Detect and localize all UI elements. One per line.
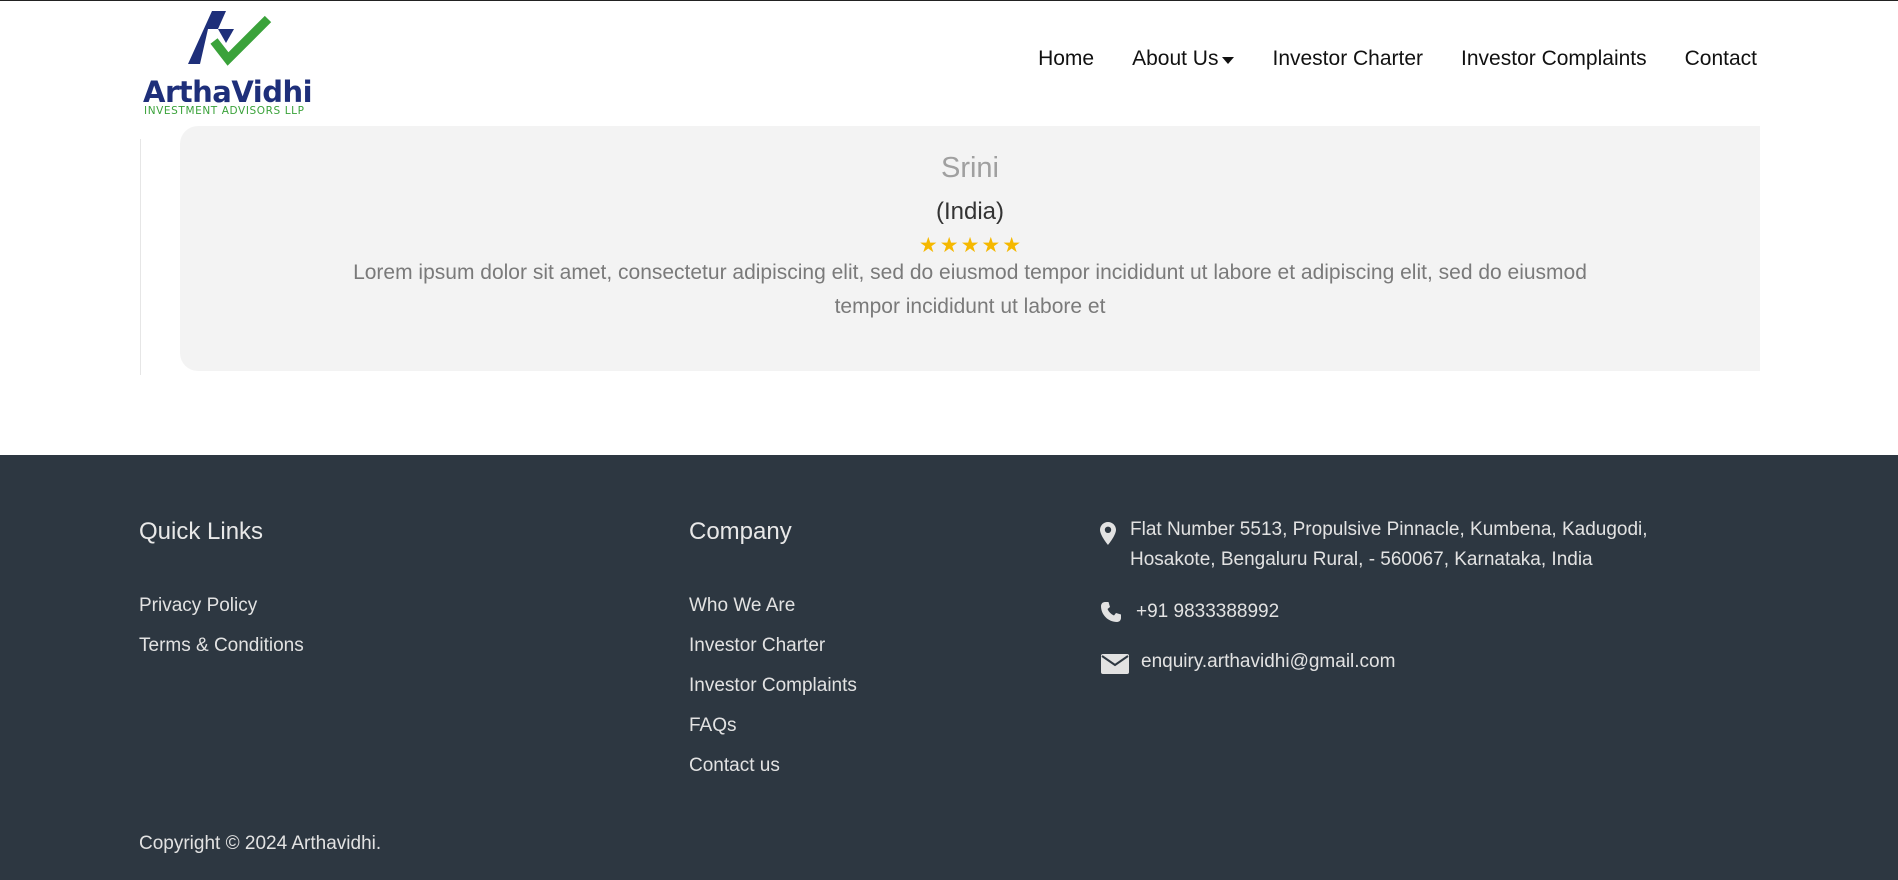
star-icon: ★: [1002, 234, 1022, 257]
nav-investor-complaints[interactable]: Investor Complaints: [1461, 47, 1647, 71]
contact-email[interactable]: enquiry.arthavidhi@gmail.com: [1141, 647, 1395, 677]
map-marker-icon: [1100, 522, 1116, 545]
site-footer: Quick Links Privacy Policy Terms & Condi…: [0, 455, 1898, 880]
slider-edge: [140, 139, 141, 375]
nav-contact-label: Contact: [1684, 47, 1757, 70]
company-title: Company: [689, 518, 792, 545]
rating-stars: ★ ★ ★ ★ ★: [180, 235, 1760, 256]
main-nav: Home About Us Investor Charter Investor …: [1038, 47, 1757, 71]
logo-subtitle: INVESTMENT ADVISORS LLP: [144, 105, 305, 117]
quick-links-title: Quick Links: [139, 518, 264, 545]
star-icon: ★: [960, 234, 980, 257]
nav-about-us[interactable]: About Us: [1132, 47, 1235, 71]
link-terms-conditions[interactable]: Terms & Conditions: [139, 635, 304, 657]
testimonial-country: (India): [935, 198, 1005, 225]
nav-home-label: Home: [1038, 47, 1095, 70]
logo[interactable]: ArthaVidhi INVESTMENT ADVISORS LLP: [143, 11, 323, 121]
star-icon: ★: [918, 234, 938, 257]
star-icon: ★: [939, 234, 959, 257]
phone-icon: [1101, 602, 1121, 622]
site-header: ArthaVidhi INVESTMENT ADVISORS LLP Home …: [0, 1, 1898, 124]
logo-name: ArthaVidhi: [143, 75, 313, 109]
nav-investor-complaints-label: Investor Complaints: [1461, 47, 1647, 70]
nav-home[interactable]: Home: [1038, 47, 1094, 71]
contact-address: Flat Number 5513, Propulsive Pinnacle, K…: [1130, 519, 1648, 570]
link-faqs[interactable]: FAQs: [689, 715, 737, 737]
caret-down-icon: [1222, 56, 1235, 64]
link-contact-us[interactable]: Contact us: [689, 755, 780, 777]
nav-investor-charter[interactable]: Investor Charter: [1272, 47, 1423, 71]
logo-mark-icon: [188, 11, 272, 66]
copyright: Copyright © 2024 Arthavidhi.: [139, 833, 382, 854]
contact-phone[interactable]: +91 9833388992: [1136, 597, 1279, 627]
testimonial-card: Srini (India) ★ ★ ★ ★ ★ Lorem ipsum dolo…: [180, 126, 1760, 371]
testimonial-text: Lorem ipsum dolor sit amet, consectetur …: [353, 261, 1587, 318]
link-privacy-policy[interactable]: Privacy Policy: [139, 595, 257, 617]
nav-contact[interactable]: Contact: [1685, 47, 1757, 71]
star-icon: ★: [981, 234, 1001, 257]
testimonial-name: Srini: [940, 152, 999, 184]
nav-about-us-label: About Us: [1132, 47, 1219, 70]
link-who-we-are[interactable]: Who We Are: [689, 595, 795, 617]
link-investor-complaints[interactable]: Investor Complaints: [689, 675, 857, 697]
nav-investor-charter-label: Investor Charter: [1272, 47, 1424, 70]
envelope-icon: [1101, 654, 1129, 674]
link-investor-charter[interactable]: Investor Charter: [689, 635, 825, 657]
